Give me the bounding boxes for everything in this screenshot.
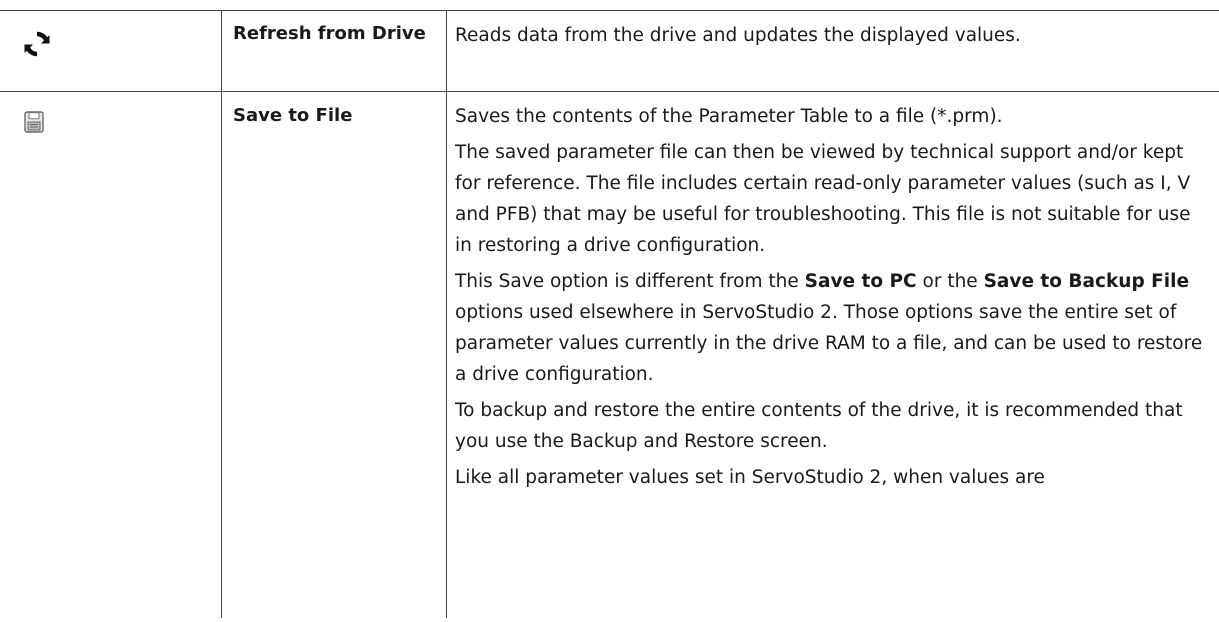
command-name: Save to File [233, 105, 353, 126]
bold-term: Save to Backup File [983, 271, 1190, 292]
description-paragraph: The saved parameter file can then be vie… [455, 142, 1191, 256]
text-run: options used elsewhere in ServoStudio 2.… [455, 302, 1203, 385]
command-description: Saves the contents of the Parameter Tabl… [455, 101, 1207, 498]
refresh-icon[interactable] [22, 29, 52, 59]
bold-term: Save to PC [804, 271, 917, 292]
text-run: This Save option is different from the [455, 271, 805, 292]
command-name: Refresh from Drive [233, 23, 426, 44]
description-paragraph: Like all parameter values set in ServoSt… [455, 467, 1045, 488]
description-paragraph: To backup and restore the entire content… [455, 400, 1183, 452]
table-row: Refresh from Drive Reads data from the d… [0, 11, 1219, 92]
command-table: Refresh from Drive Reads data from the d… [0, 10, 1219, 618]
table-row: Save to File Saves the contents of the P… [0, 92, 1219, 622]
description-paragraph: Saves the contents of the Parameter Tabl… [455, 106, 1003, 127]
description-text: Reads data from the drive and updates th… [455, 25, 1021, 46]
save-floppy-icon[interactable] [22, 110, 52, 140]
command-description: Reads data from the drive and updates th… [455, 20, 1207, 56]
description-paragraph: This Save option is different from the S… [455, 266, 1207, 390]
text-run: or the [916, 271, 984, 292]
